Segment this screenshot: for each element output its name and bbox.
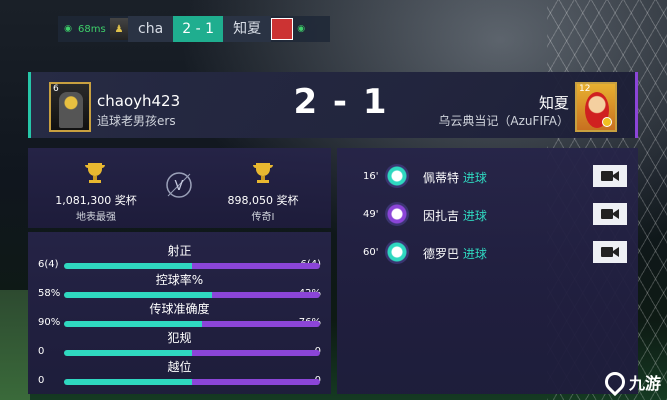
stat-bar-away bbox=[192, 350, 320, 356]
stat-bar bbox=[64, 292, 320, 298]
svg-text:V: V bbox=[175, 179, 184, 194]
football-icon bbox=[385, 164, 409, 188]
wifi-icon: ◉ bbox=[64, 24, 72, 34]
stat-bar-away bbox=[192, 379, 320, 385]
away-rank: 传奇I bbox=[251, 212, 275, 223]
goal-row: 49' 因扎吉 进球 bbox=[337, 200, 638, 230]
goal-row: 16' 佩蒂特 进球 bbox=[337, 162, 638, 192]
home-team-name: 追球老男孩ers bbox=[97, 114, 176, 128]
watermark-text: 九游 bbox=[628, 374, 661, 393]
ping-readout: 68ms bbox=[78, 23, 106, 35]
away-level: 12 bbox=[579, 84, 591, 94]
scorer-name: 因扎吉 bbox=[423, 209, 460, 223]
match-score: 2 - 1 bbox=[293, 82, 389, 122]
top-home-name: cha bbox=[128, 16, 174, 42]
goal-minute: 49' bbox=[363, 209, 379, 220]
goal-scorer: 因扎吉 进球 bbox=[423, 207, 487, 224]
scorer-name: 佩蒂特 bbox=[423, 171, 460, 185]
stat-bar-home bbox=[64, 321, 203, 327]
football-icon bbox=[385, 240, 409, 264]
goal-row: 60' 德罗巴 进球 bbox=[337, 238, 638, 268]
stat-label: 传球准确度 bbox=[149, 302, 210, 316]
goal-scorer: 佩蒂特 进球 bbox=[423, 169, 487, 186]
away-avatar-mini bbox=[271, 18, 294, 40]
stat-bar bbox=[64, 350, 320, 356]
stat-bar-away bbox=[202, 321, 320, 327]
stat-home-value: 0 bbox=[38, 375, 45, 386]
home-rank: 地表最强 bbox=[76, 212, 116, 223]
versus-icon: V bbox=[164, 170, 194, 200]
away-player-name: 知夏 bbox=[538, 94, 569, 112]
badge-icon bbox=[602, 117, 612, 127]
goal-scorer: 德罗巴 进球 bbox=[423, 245, 487, 262]
stat-bar bbox=[64, 379, 320, 385]
scorer-name: 德罗巴 bbox=[423, 247, 460, 261]
goal-tag: 进球 bbox=[462, 171, 487, 185]
stat-home-value: 58% bbox=[38, 288, 61, 299]
home-player-card[interactable]: 6 bbox=[49, 82, 91, 132]
stat-home-value: 6(4) bbox=[38, 259, 59, 270]
stat-bar-home bbox=[64, 292, 213, 298]
stat-bar bbox=[64, 263, 320, 269]
stats-panel: 射正6(4)6(4)控球率%58%42%传球准确度90%76%犯规00越位00 bbox=[28, 232, 331, 394]
top-scoreboard: ◉ 68ms ♟ cha 2 - 1 知夏 ◉ bbox=[58, 16, 330, 42]
football-icon bbox=[385, 202, 409, 226]
stat-home-value: 90% bbox=[38, 317, 61, 328]
stat-bar bbox=[64, 321, 320, 327]
stat-label: 射正 bbox=[167, 244, 192, 258]
match-header: 6 chaoyh423 追球老男孩ers 2 - 1 知夏 乌云典当记（AzuF… bbox=[28, 72, 638, 138]
home-avatar-mini: ♟ bbox=[110, 18, 128, 40]
away-trophy-count: 898,050 奖杯 bbox=[227, 194, 299, 207]
trophy-icon bbox=[82, 160, 108, 186]
goal-minute: 16' bbox=[363, 171, 379, 182]
site-watermark: 九游 bbox=[600, 367, 661, 397]
camera-icon bbox=[601, 209, 619, 219]
away-player-card[interactable]: 12 bbox=[575, 82, 617, 132]
trophy-icon bbox=[250, 160, 276, 186]
replay-camera-button[interactable] bbox=[593, 203, 627, 225]
stat-label: 犯规 bbox=[167, 331, 192, 345]
goal-minute: 60' bbox=[363, 247, 379, 258]
trophy-panel: 1,081,300 奖杯 地表最强 V 898,050 奖杯 传奇I bbox=[28, 148, 331, 228]
stat-bar-home bbox=[64, 350, 192, 356]
wifi-icon: ◉ bbox=[297, 24, 306, 34]
camera-icon bbox=[601, 247, 619, 257]
goals-panel: 16' 佩蒂特 进球 49' 因扎吉 进球 60' 德罗巴 进球 bbox=[337, 148, 638, 394]
stat-home-value: 0 bbox=[38, 346, 45, 357]
camera-icon bbox=[601, 171, 619, 181]
stat-bar-home bbox=[64, 379, 192, 385]
replay-camera-button[interactable] bbox=[593, 241, 627, 263]
top-away-name: 知夏 bbox=[223, 16, 272, 42]
player-figure-icon bbox=[59, 92, 83, 128]
goal-tag: 进球 bbox=[462, 209, 487, 223]
home-player-name: chaoyh423 bbox=[97, 92, 181, 110]
watermark-logo-icon bbox=[600, 367, 630, 397]
stat-label: 越位 bbox=[167, 360, 192, 374]
top-score: 2 - 1 bbox=[173, 16, 224, 42]
home-level: 6 bbox=[53, 84, 59, 94]
stat-bar-home bbox=[64, 263, 192, 269]
home-trophy-count: 1,081,300 奖杯 bbox=[55, 194, 137, 207]
replay-camera-button[interactable] bbox=[593, 165, 627, 187]
goal-tag: 进球 bbox=[462, 247, 487, 261]
away-team-name: 乌云典当记（AzuFIFA） bbox=[438, 114, 569, 128]
pitch-grass-decoration bbox=[0, 290, 30, 400]
stat-bar-away bbox=[212, 292, 320, 298]
stat-label: 控球率% bbox=[155, 273, 204, 287]
stat-bar-away bbox=[192, 263, 320, 269]
